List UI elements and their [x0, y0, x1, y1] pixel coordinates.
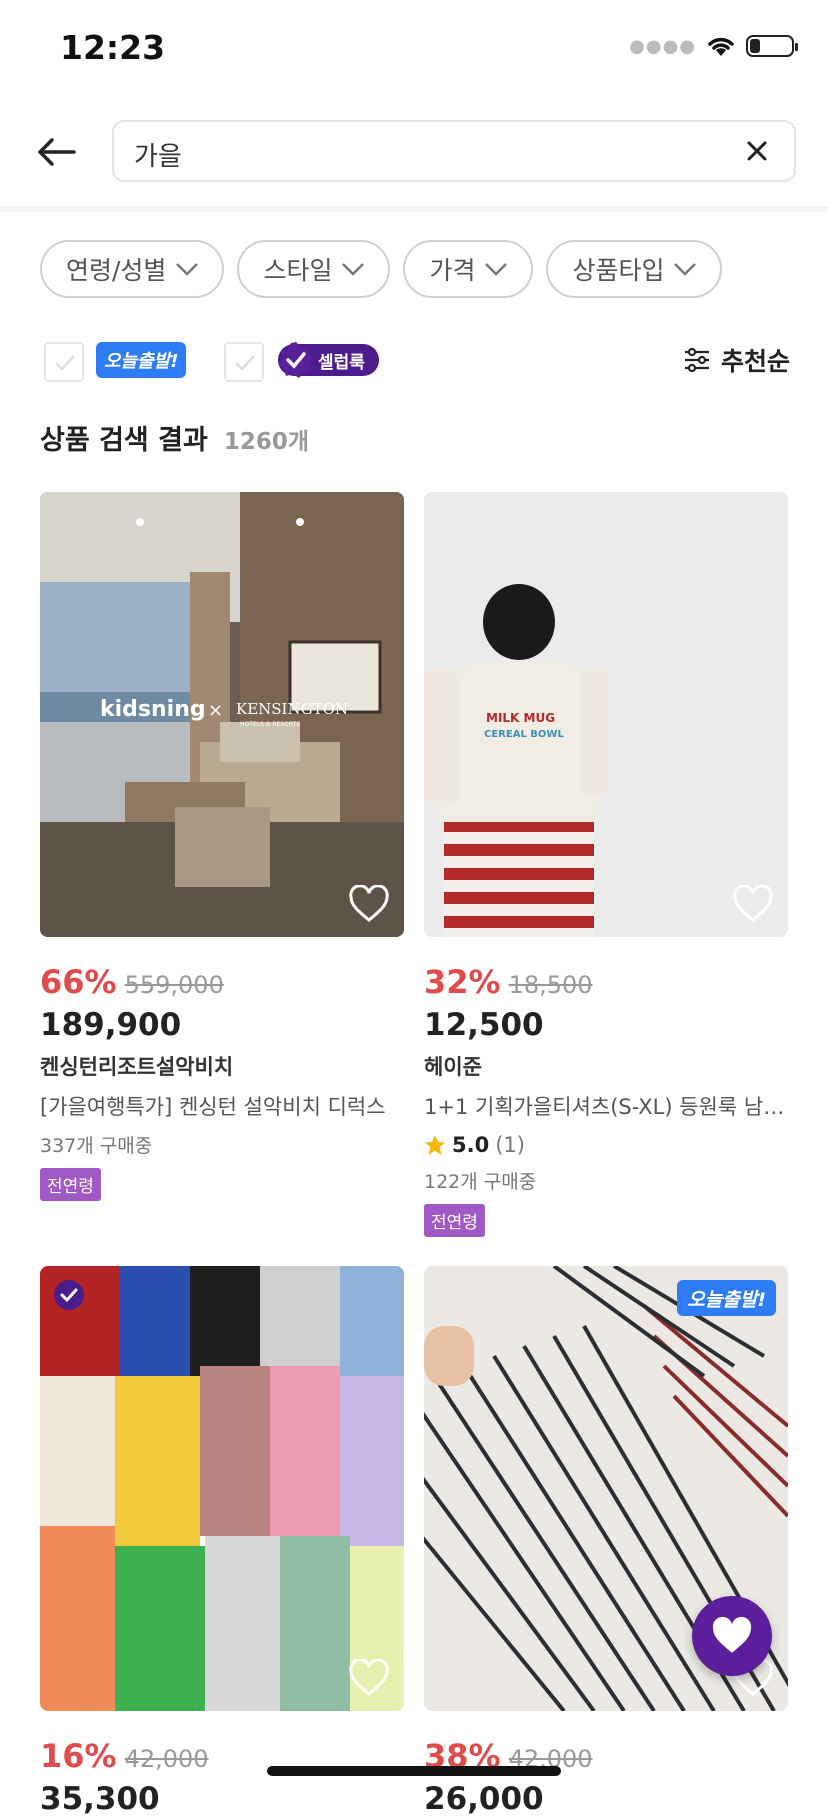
- image-text: MILK MUG: [486, 711, 555, 725]
- today-shipping-checkbox[interactable]: [44, 342, 84, 382]
- product-card[interactable]: 16% 42,000 35,300: [40, 1266, 404, 1817]
- product-card[interactable]: 오늘출발! 38% 42,000 26,000: [424, 1266, 788, 1817]
- price-discount-row: 32% 18,500: [424, 963, 788, 1001]
- search-query: 가을: [134, 142, 182, 172]
- star-icon: [425, 1135, 445, 1155]
- filter-price[interactable]: 가격: [403, 240, 534, 298]
- results-count: 1260개: [223, 429, 310, 455]
- signal-icon: ●●●●: [629, 35, 696, 57]
- sort-label: 추천순: [720, 347, 790, 376]
- image-text: ×: [208, 700, 223, 721]
- colorful-clothes-image: [40, 1266, 404, 1711]
- celeb-badge-label: 셀럽룩: [318, 352, 365, 373]
- filter-label: 가격: [429, 256, 476, 285]
- chevron-down-icon: [176, 263, 199, 276]
- home-indicator: [267, 1766, 561, 1776]
- sort-button[interactable]: 추천순: [683, 342, 790, 378]
- product-name: [가을여행특가] 켄싱턴 설악비치 디럭스: [40, 1095, 386, 1119]
- sliders-icon: [684, 347, 709, 373]
- original-price: 18,500: [508, 971, 593, 999]
- discount-rate: 66%: [40, 963, 117, 1001]
- check-icon: [55, 355, 75, 371]
- image-text: CEREAL BOWL: [484, 729, 564, 740]
- check-icon: [278, 342, 314, 378]
- brand-name: 헤이준: [424, 1055, 482, 1079]
- age-tag: 전연령: [40, 1168, 101, 1201]
- celeb-look-badge: [54, 1280, 84, 1310]
- filter-product-type[interactable]: 상품타입: [546, 240, 723, 298]
- battery-level: [750, 39, 760, 53]
- image-text: HOTELS & RESORTS: [240, 721, 300, 728]
- celeb-look-checkbox[interactable]: [224, 342, 264, 382]
- status-time: 12:23: [60, 28, 166, 67]
- brand-name: 켄싱턴리조트설악비치: [40, 1055, 234, 1079]
- back-arrow-icon[interactable]: [34, 130, 78, 174]
- check-icon: [235, 355, 255, 371]
- product-card[interactable]: kidsning × KENSINGTON HOTELS & RESORTS 6…: [40, 492, 404, 1201]
- option-row: 오늘출발! 셀럽룩 추천순: [40, 338, 790, 388]
- battery-icon: [746, 35, 798, 57]
- sale-price: 12,500: [424, 1007, 544, 1043]
- wishlist-fab-button[interactable]: [692, 1596, 772, 1676]
- heart-icon[interactable]: [348, 885, 390, 923]
- heart-icon[interactable]: [732, 885, 774, 923]
- filter-style[interactable]: 스타일: [237, 240, 391, 298]
- image-text: kidsning: [100, 697, 206, 722]
- discount-rate: 32%: [424, 963, 501, 1001]
- original-price: 559,000: [124, 971, 224, 999]
- results-title: 상품 검색 결과: [40, 425, 208, 456]
- heart-icon[interactable]: [348, 1659, 390, 1697]
- header-divider: [0, 206, 828, 212]
- filter-label: 연령/성별: [66, 256, 167, 285]
- celeb-look-badge: 셀럽룩: [278, 342, 379, 378]
- close-icon[interactable]: [740, 134, 774, 168]
- status-bar: 12:23 ●●●●: [0, 0, 828, 100]
- filter-age-gender[interactable]: 연령/성별: [40, 240, 225, 298]
- product-name: 1+1 기획가을티셔츠(S-XL) 등원룩 남아 여아: [424, 1095, 788, 1119]
- wifi-icon: [708, 37, 734, 56]
- chevron-down-icon: [485, 263, 508, 276]
- filter-label: 상품타입: [572, 256, 665, 285]
- search-input[interactable]: 가을: [112, 120, 796, 182]
- status-icons: ●●●●: [629, 34, 798, 58]
- sale-price: 35,300: [40, 1781, 160, 1817]
- rating: 5.0 (1): [424, 1133, 788, 1157]
- sale-price: 26,000: [424, 1781, 544, 1817]
- today-shipping-badge: 오늘출발!: [677, 1280, 776, 1316]
- image-text: KENSINGTON: [236, 700, 348, 718]
- original-price: 42,000: [124, 1745, 209, 1773]
- discount-rate: 16%: [40, 1737, 117, 1775]
- check-icon: [60, 1288, 78, 1303]
- results-header: 상품 검색 결과 1260개: [40, 418, 309, 457]
- product-image[interactable]: [40, 1266, 404, 1711]
- chevron-down-icon: [674, 263, 697, 276]
- today-shipping-badge: 오늘출발!: [96, 342, 187, 378]
- chevron-down-icon: [342, 263, 365, 276]
- price-discount-row: 66% 559,000: [40, 963, 404, 1001]
- hotel-room-image: kidsning × KENSINGTON HOTELS & RESORTS: [40, 492, 404, 937]
- purchase-count: 122개 구매중: [424, 1171, 537, 1193]
- rating-value: 5.0: [452, 1133, 490, 1157]
- product-image[interactable]: kidsning × KENSINGTON HOTELS & RESORTS: [40, 492, 404, 937]
- heart-icon: [712, 1616, 752, 1653]
- purchase-count: 337개 구매중: [40, 1135, 153, 1157]
- sale-price: 189,900: [40, 1007, 182, 1043]
- filter-label: 스타일: [263, 256, 333, 285]
- product-image[interactable]: MILK MUG CEREAL BOWL: [424, 492, 788, 937]
- age-tag: 전연령: [424, 1204, 485, 1237]
- kid-shirt-image: MILK MUG CEREAL BOWL: [424, 492, 788, 937]
- search-header: 가을: [0, 110, 828, 202]
- filter-chips: 연령/성별 스타일 가격 상품타입: [40, 240, 723, 298]
- product-card[interactable]: MILK MUG CEREAL BOWL 32% 18,500 12,500 헤…: [424, 492, 788, 1237]
- rating-count: (1): [495, 1133, 525, 1157]
